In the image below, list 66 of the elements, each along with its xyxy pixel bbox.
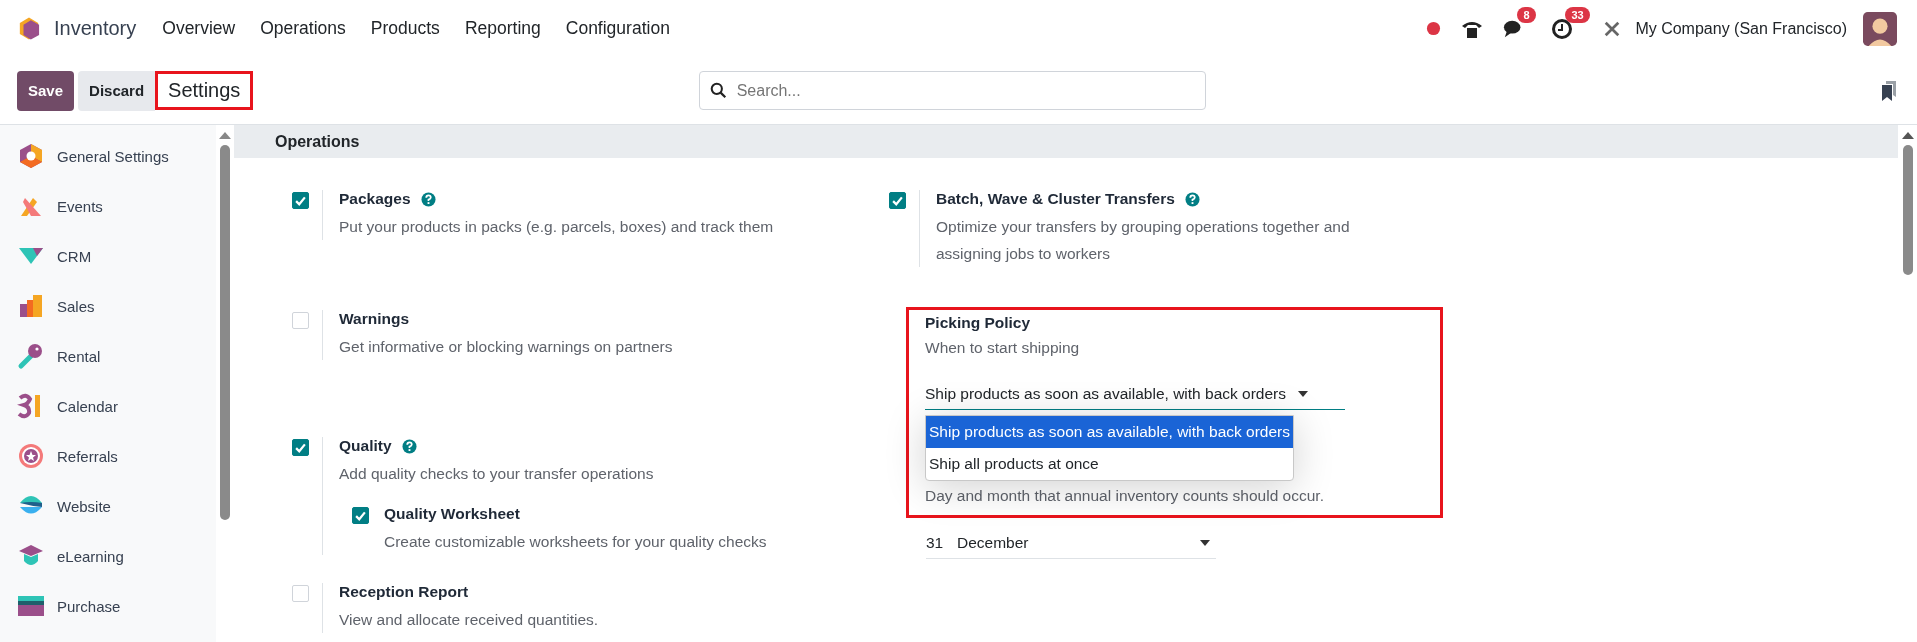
setting-title: Quality [339,437,392,455]
dropdown-option[interactable]: Ship all products at once [926,448,1293,480]
sidebar-item[interactable]: Website [0,481,216,531]
setting-description: View and allocate received quantities. [339,610,599,630]
save-button[interactable]: Save [17,70,75,111]
section-title: Operations [275,132,360,151]
help-icon[interactable] [420,191,436,207]
app-logo-icon[interactable] [18,16,40,41]
setting-description: When to start shipping [925,338,1080,358]
help-icon[interactable] [401,438,417,454]
setting-title: Batch, Wave & Cluster Transfers [936,190,1175,208]
sidebar-item[interactable]: eLearning [0,531,216,581]
message-count-badge: 8 [1517,6,1536,23]
search-field[interactable]: Search... [698,71,1206,110]
app-icon [17,342,45,370]
sidebar-item[interactable]: Purchase [0,581,216,631]
setting-description: Day and month that annual inventory counts should occur. [925,486,1324,506]
dropdown-option[interactable]: Ship products as soon as available, with back orders [926,416,1293,448]
sidebar-item[interactable]: General Settings [0,131,216,181]
setting-description: Add quality checks to your transfer operations [339,464,655,484]
sidebar-item[interactable]: CRM [0,231,216,281]
activity-count-badge: 33 [1565,6,1590,23]
caret-icon [1200,540,1210,546]
setting-title: Picking Policy [925,314,1031,332]
sidebar-item[interactable]: Referrals [0,431,216,481]
sidebar-item[interactable]: Calendar [0,381,216,431]
checkbox[interactable] [889,192,906,209]
caret-icon [1298,391,1308,397]
sidebar-item[interactable]: Events [0,181,216,231]
app-icon [17,292,45,320]
setting-description: Get informative or blocking warnings on partners [339,337,673,357]
search-icon [709,82,727,99]
scroll-up-icon[interactable] [219,131,231,139]
discard-button[interactable]: Discard [78,70,156,111]
record-dot-icon[interactable] [1426,21,1442,36]
sidebar-item[interactable]: Sales [0,281,216,331]
menu-item[interactable]: Reporting [464,18,541,39]
setting-title: Quality Worksheet [384,505,520,523]
checkbox[interactable] [352,507,369,524]
bookmark-icon[interactable] [1881,79,1897,102]
menu-item[interactable]: Overview [162,18,236,39]
menu-item[interactable]: Products [370,18,440,39]
sidebar-item[interactable]: Rental [0,331,216,381]
app-name[interactable]: Inventory [54,17,137,40]
checkbox[interactable] [292,192,309,209]
app-icon [17,442,45,470]
clock-icon[interactable] [1551,17,1574,40]
menu-item[interactable]: Configuration [565,18,670,39]
scroll-thumb[interactable] [220,145,230,520]
setting-description: Create customizable worksheets for your quality checks [384,532,767,552]
setting-title: Warnings [339,310,410,328]
setting-description: Optimize your transfers by grouping operations together and assigning jobs to workers [936,217,1351,264]
setting-title: Packages [339,190,411,208]
scroll-thumb[interactable] [1902,145,1913,275]
user-avatar[interactable] [1863,11,1897,46]
checkbox[interactable] [292,439,309,456]
scroll-up-icon[interactable] [1901,131,1914,139]
setting-description: Put your products in packs (e.g. parcels, boxes) and track them [339,217,774,237]
app-icon [17,142,45,170]
picking-policy-select[interactable]: Ship products as soon as available, with back orders [925,383,1345,410]
date-select[interactable]: 31 December [926,534,1216,559]
breadcrumb: Settings [155,71,254,110]
company-switcher[interactable]: My Company (San Francisco) [1635,19,1847,38]
setting-title: Reception Report [339,583,469,601]
help-icon[interactable] [1184,191,1200,207]
menu-item[interactable]: Operations [260,18,346,39]
